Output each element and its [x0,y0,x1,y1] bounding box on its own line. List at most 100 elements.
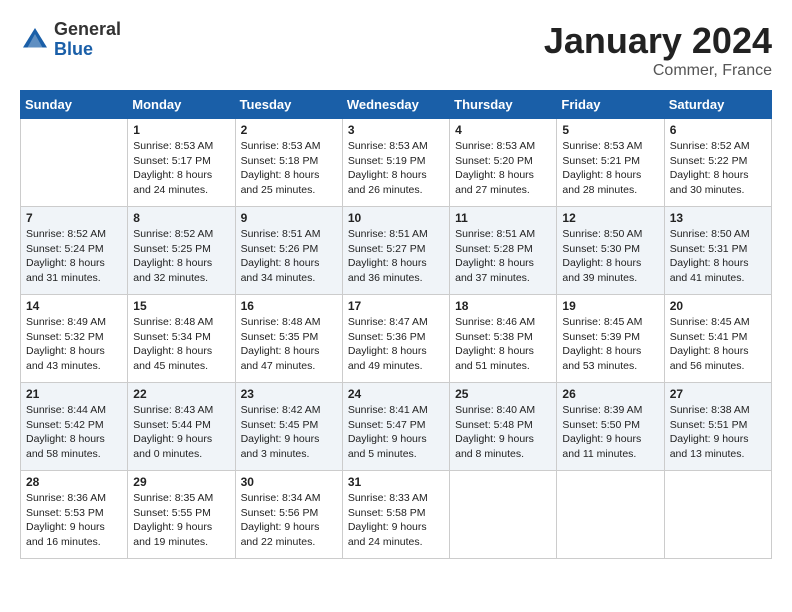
day-number: 9 [241,211,337,225]
cell-info-line: Sunrise: 8:43 AM [133,403,229,418]
calendar-cell: 16Sunrise: 8:48 AMSunset: 5:35 PMDayligh… [235,295,342,383]
cell-info-line: Sunrise: 8:53 AM [241,139,337,154]
cell-info-line: Sunset: 5:44 PM [133,418,229,433]
cell-info-line: Sunrise: 8:38 AM [670,403,766,418]
day-header-tuesday: Tuesday [235,91,342,119]
day-number: 4 [455,123,551,137]
cell-info-line: Sunset: 5:25 PM [133,242,229,257]
calendar-cell: 9 Sunrise: 8:51 AMSunset: 5:26 PMDaylight… [235,207,342,295]
cell-info-line: and 53 minutes. [562,359,658,374]
cell-info-line: and 39 minutes. [562,271,658,286]
day-header-wednesday: Wednesday [342,91,449,119]
cell-info-line: Sunrise: 8:51 AM [241,227,337,242]
day-number: 25 [455,387,551,401]
cell-info-line: and 24 minutes. [348,535,444,550]
day-number: 16 [241,299,337,313]
calendar-table: SundayMondayTuesdayWednesdayThursdayFrid… [20,90,772,559]
cell-info-line: Sunrise: 8:45 AM [562,315,658,330]
cell-info-line: Sunset: 5:35 PM [241,330,337,345]
day-number: 12 [562,211,658,225]
day-number: 29 [133,475,229,489]
cell-info-line: and 28 minutes. [562,183,658,198]
logo-text: General Blue [54,20,121,60]
cell-info-line: Sunset: 5:51 PM [670,418,766,433]
calendar-cell [664,471,771,559]
cell-info-line: Daylight: 8 hours [562,256,658,271]
location-subtitle: Commer, France [544,62,772,80]
cell-info-line: Sunrise: 8:53 AM [348,139,444,154]
cell-info-line: Sunrise: 8:46 AM [455,315,551,330]
day-number: 31 [348,475,444,489]
cell-info-line: Daylight: 9 hours [348,432,444,447]
page-header: General Blue January 2024 Commer, France [20,20,772,80]
cell-info-line: Daylight: 9 hours [241,520,337,535]
day-number: 22 [133,387,229,401]
cell-info-line: Sunset: 5:32 PM [26,330,122,345]
cell-info-line: and 11 minutes. [562,447,658,462]
day-number: 8 [133,211,229,225]
day-header-friday: Friday [557,91,664,119]
cell-info-line: Sunset: 5:53 PM [26,506,122,521]
cell-info-line: Daylight: 8 hours [133,256,229,271]
day-number: 21 [26,387,122,401]
cell-info-line: Daylight: 8 hours [241,256,337,271]
logo-general: General [54,20,121,40]
calendar-cell: 27Sunrise: 8:38 AMSunset: 5:51 PMDayligh… [664,383,771,471]
cell-info-line: Daylight: 8 hours [26,256,122,271]
cell-info-line: Sunrise: 8:52 AM [670,139,766,154]
calendar-cell: 13Sunrise: 8:50 AMSunset: 5:31 PMDayligh… [664,207,771,295]
cell-info-line: and 36 minutes. [348,271,444,286]
cell-info-line: Sunrise: 8:42 AM [241,403,337,418]
title-block: January 2024 Commer, France [544,20,772,80]
calendar-cell: 15Sunrise: 8:48 AMSunset: 5:34 PMDayligh… [128,295,235,383]
cell-info-line: Sunset: 5:39 PM [562,330,658,345]
calendar-cell: 11Sunrise: 8:51 AMSunset: 5:28 PMDayligh… [450,207,557,295]
calendar-cell: 23Sunrise: 8:42 AMSunset: 5:45 PMDayligh… [235,383,342,471]
cell-info-line: Daylight: 8 hours [348,168,444,183]
calendar-week-row: 21Sunrise: 8:44 AMSunset: 5:42 PMDayligh… [21,383,772,471]
day-number: 2 [241,123,337,137]
calendar-cell: 5Sunrise: 8:53 AMSunset: 5:21 PMDaylight… [557,119,664,207]
cell-info-line: and 26 minutes. [348,183,444,198]
calendar-cell: 3Sunrise: 8:53 AMSunset: 5:19 PMDaylight… [342,119,449,207]
calendar-cell: 31Sunrise: 8:33 AMSunset: 5:58 PMDayligh… [342,471,449,559]
day-header-monday: Monday [128,91,235,119]
cell-info-line: Sunrise: 8:50 AM [670,227,766,242]
cell-info-line: Daylight: 9 hours [26,520,122,535]
day-header-sunday: Sunday [21,91,128,119]
day-number: 10 [348,211,444,225]
calendar-cell: 28Sunrise: 8:36 AMSunset: 5:53 PMDayligh… [21,471,128,559]
cell-info-line: and 37 minutes. [455,271,551,286]
calendar-cell: 20Sunrise: 8:45 AMSunset: 5:41 PMDayligh… [664,295,771,383]
cell-info-line: and 56 minutes. [670,359,766,374]
cell-info-line: Sunrise: 8:41 AM [348,403,444,418]
cell-info-line: Daylight: 9 hours [241,432,337,447]
cell-info-line: Sunrise: 8:33 AM [348,491,444,506]
cell-info-line: Sunrise: 8:52 AM [133,227,229,242]
calendar-cell: 6Sunrise: 8:52 AMSunset: 5:22 PMDaylight… [664,119,771,207]
day-number: 11 [455,211,551,225]
cell-info-line: and 8 minutes. [455,447,551,462]
cell-info-line: Daylight: 8 hours [455,344,551,359]
cell-info-line: Sunset: 5:50 PM [562,418,658,433]
cell-info-line: and 34 minutes. [241,271,337,286]
cell-info-line: Sunrise: 8:53 AM [562,139,658,154]
calendar-cell: 26Sunrise: 8:39 AMSunset: 5:50 PMDayligh… [557,383,664,471]
cell-info-line: Daylight: 8 hours [348,344,444,359]
cell-info-line: and 58 minutes. [26,447,122,462]
cell-info-line: Sunset: 5:26 PM [241,242,337,257]
cell-info-line: Sunset: 5:27 PM [348,242,444,257]
calendar-cell: 7Sunrise: 8:52 AMSunset: 5:24 PMDaylight… [21,207,128,295]
cell-info-line: Sunrise: 8:34 AM [241,491,337,506]
cell-info-line: Sunset: 5:48 PM [455,418,551,433]
day-number: 18 [455,299,551,313]
cell-info-line: Sunset: 5:38 PM [455,330,551,345]
cell-info-line: and 31 minutes. [26,271,122,286]
cell-info-line: and 41 minutes. [670,271,766,286]
cell-info-line: Daylight: 9 hours [455,432,551,447]
calendar-cell: 24Sunrise: 8:41 AMSunset: 5:47 PMDayligh… [342,383,449,471]
calendar-cell: 10Sunrise: 8:51 AMSunset: 5:27 PMDayligh… [342,207,449,295]
cell-info-line: Sunrise: 8:45 AM [670,315,766,330]
calendar-cell [557,471,664,559]
cell-info-line: and 24 minutes. [133,183,229,198]
